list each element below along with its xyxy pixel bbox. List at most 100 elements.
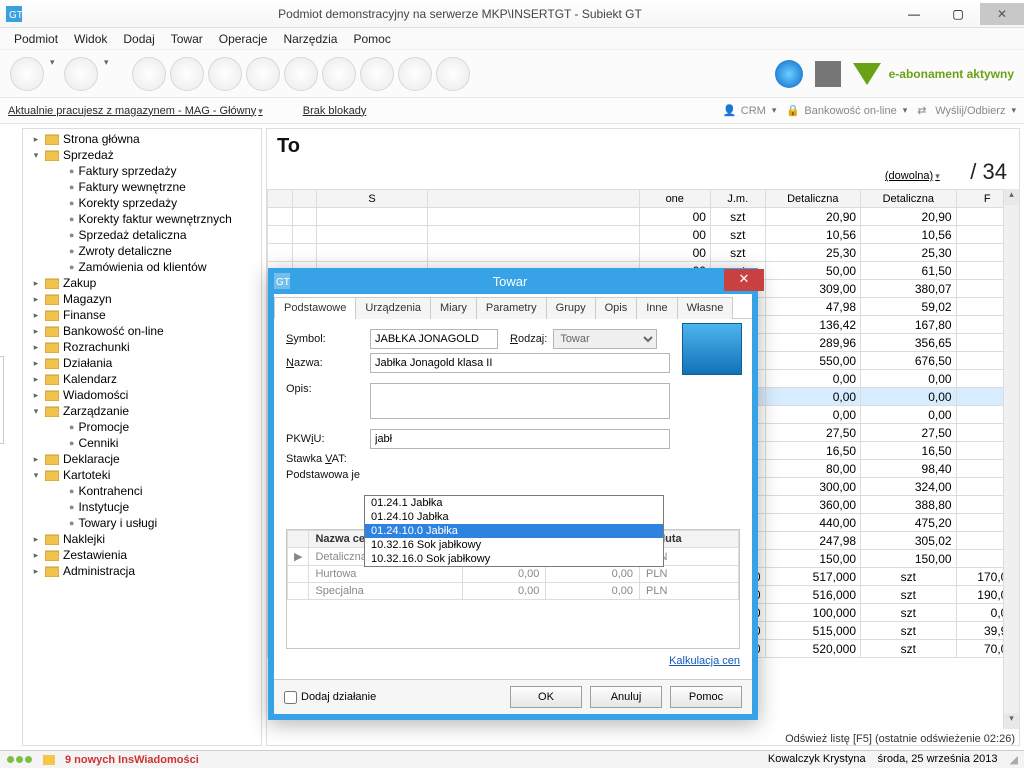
sidebar-item[interactable]: ●Korekty faktur wewnętrznych: [25, 211, 259, 227]
sync-menu[interactable]: ⇄Wyślij/Odbierz: [917, 104, 1016, 118]
filter-dropdown[interactable]: (dowolna): [885, 170, 940, 182]
sidebar-item[interactable]: ▸Kalendarz: [25, 371, 259, 387]
dialog-tab[interactable]: Własne: [677, 297, 734, 319]
maximize-button[interactable]: ▢: [936, 3, 980, 25]
sidebar-item[interactable]: ▸Bankowość on-line: [25, 323, 259, 339]
pkwiu-option[interactable]: 01.24.1 Jabłka: [365, 496, 663, 510]
status-user: Kowalczyk Krystyna: [768, 753, 866, 766]
menu-narzedzia[interactable]: Narzędzia: [277, 30, 343, 48]
sidebar-item[interactable]: ▸Rozrachunki: [25, 339, 259, 355]
add-action-checkbox[interactable]: Dodaj działanie: [284, 691, 376, 704]
sidebar-item[interactable]: ▸Zakup: [25, 275, 259, 291]
dialog-tab[interactable]: Grupy: [546, 297, 596, 319]
sidebar-item[interactable]: ●Faktury wewnętrzne: [25, 179, 259, 195]
status-dots: [6, 754, 33, 766]
lock-link[interactable]: Brak blokady: [303, 105, 367, 117]
toolbar-dd-2[interactable]: [102, 57, 114, 91]
sidebar-item[interactable]: ▸Magazyn: [25, 291, 259, 307]
toolbar-btn-2[interactable]: [64, 57, 98, 91]
bank-menu[interactable]: 🔒Bankowość on-line: [786, 104, 907, 118]
toolbar-dd-1[interactable]: [48, 57, 60, 91]
toolbar-btn-3[interactable]: [132, 57, 166, 91]
app-icon: GT: [6, 6, 22, 22]
menu-podmiot[interactable]: Podmiot: [8, 30, 64, 48]
sidebar-item[interactable]: ▾Sprzedaż: [25, 147, 259, 163]
symbol-input[interactable]: [370, 329, 498, 349]
sidebar-item[interactable]: ●Instytucje: [25, 499, 259, 515]
sidebar-item[interactable]: ▸Działania: [25, 355, 259, 371]
resize-grip[interactable]: ◢: [1010, 753, 1018, 766]
menu-operacje[interactable]: Operacje: [213, 30, 274, 48]
opis-input[interactable]: [370, 383, 670, 419]
pkwiu-option[interactable]: 01.24.10 Jabłka: [365, 510, 663, 524]
kalkulacja-link[interactable]: Kalkulacja cen: [669, 655, 740, 667]
dialog-tab[interactable]: Miary: [430, 297, 477, 319]
sidebar-item[interactable]: ●Faktury sprzedaży: [25, 163, 259, 179]
menu-dodaj[interactable]: Dodaj: [117, 30, 160, 48]
opis-label: Opis:: [286, 383, 364, 395]
towar-dialog: GT Towar ✕ PodstawoweUrządzeniaMiaryPara…: [268, 268, 758, 720]
cancel-button[interactable]: Anuluj: [590, 686, 662, 708]
dialog-tab[interactable]: Podstawowe: [274, 297, 356, 319]
dialog-close-button[interactable]: ✕: [724, 269, 764, 291]
help-button[interactable]: Pomoc: [670, 686, 742, 708]
toolbar-btn-4[interactable]: [170, 57, 204, 91]
cube-icon[interactable]: [815, 61, 841, 87]
toolbar-btn-10[interactable]: [398, 57, 432, 91]
toolbar-btn-11[interactable]: [436, 57, 470, 91]
dialog-tab[interactable]: Inne: [636, 297, 677, 319]
crm-menu[interactable]: 👤CRM: [723, 104, 777, 118]
left-tab-modules[interactable]: Lista modułów: [0, 356, 4, 444]
sidebar-item[interactable]: ●Cenniki: [25, 435, 259, 451]
rodzaj-select[interactable]: Towar: [553, 329, 657, 349]
sidebar-item[interactable]: ●Towary i usługi: [25, 515, 259, 531]
pkwiu-option[interactable]: 01.24.10.0 Jabłka: [365, 524, 663, 538]
svg-text:GT: GT: [9, 10, 22, 21]
toolbar-btn-5[interactable]: [208, 57, 242, 91]
pkwiu-option[interactable]: 10.32.16 Sok jabłkowy: [365, 538, 663, 552]
menu-towar[interactable]: Towar: [165, 30, 209, 48]
sidebar-item[interactable]: ●Sprzedaż detaliczna: [25, 227, 259, 243]
sidebar-item[interactable]: ▸Wiadomości: [25, 387, 259, 403]
sidebar-item[interactable]: ●Zwroty detaliczne: [25, 243, 259, 259]
sidebar-item[interactable]: ●Korekty sprzedaży: [25, 195, 259, 211]
dialog-tab[interactable]: Urządzenia: [355, 297, 431, 319]
toolbar-btn-9[interactable]: [360, 57, 394, 91]
pkwiu-input[interactable]: [370, 429, 670, 449]
sync-icon: ⇄: [917, 104, 931, 118]
sidebar-item[interactable]: ●Promocje: [25, 419, 259, 435]
status-message[interactable]: 9 nowych InsWiadomości: [65, 754, 199, 766]
sidebar-item[interactable]: ▸Administracja: [25, 563, 259, 579]
dialog-tab[interactable]: Opis: [595, 297, 638, 319]
minimize-button[interactable]: —: [892, 3, 936, 25]
toolbar-btn-6[interactable]: [246, 57, 280, 91]
sidebar-item[interactable]: ▸Deklaracje: [25, 451, 259, 467]
sidebar-item[interactable]: ●Kontrahenci: [25, 483, 259, 499]
sidebar: ▸Strona główna▾Sprzedaż●Faktury sprzedaż…: [22, 128, 262, 746]
scrollbar[interactable]: ▴▾: [1003, 189, 1019, 729]
sidebar-item[interactable]: ▸Naklejki: [25, 531, 259, 547]
pkwiu-option[interactable]: 10.32.16.0 Sok jabłkowy: [365, 552, 663, 566]
dialog-titlebar[interactable]: GT Towar ✕: [268, 268, 758, 294]
mail-icon: [43, 755, 55, 765]
sidebar-item[interactable]: ▸Strona główna: [25, 131, 259, 147]
mag-link[interactable]: Aktualnie pracujesz z magazynem - MAG - …: [8, 105, 263, 117]
sidebar-item[interactable]: ●Zamówienia od klientów: [25, 259, 259, 275]
person-icon: 👤: [723, 104, 737, 118]
sidebar-item[interactable]: ▾Kartoteki: [25, 467, 259, 483]
nazwa-input[interactable]: [370, 353, 670, 373]
sidebar-item[interactable]: ▾Zarządzanie: [25, 403, 259, 419]
close-button[interactable]: ✕: [980, 3, 1024, 25]
pkwiu-dropdown[interactable]: 01.24.1 Jabłka01.24.10 Jabłka01.24.10.0 …: [364, 495, 664, 567]
toolbar-btn-1[interactable]: [10, 57, 44, 91]
menu-pomoc[interactable]: Pomoc: [347, 30, 396, 48]
sidebar-item[interactable]: ▸Finanse: [25, 307, 259, 323]
globe-icon[interactable]: [775, 60, 803, 88]
ok-button[interactable]: OK: [510, 686, 582, 708]
menu-widok[interactable]: Widok: [68, 30, 113, 48]
toolbar-btn-8[interactable]: [322, 57, 356, 91]
toolbar-btn-7[interactable]: [284, 57, 318, 91]
sidebar-item[interactable]: ▸Zestawienia: [25, 547, 259, 563]
page-title: To: [267, 129, 1019, 160]
dialog-tab[interactable]: Parametry: [476, 297, 547, 319]
